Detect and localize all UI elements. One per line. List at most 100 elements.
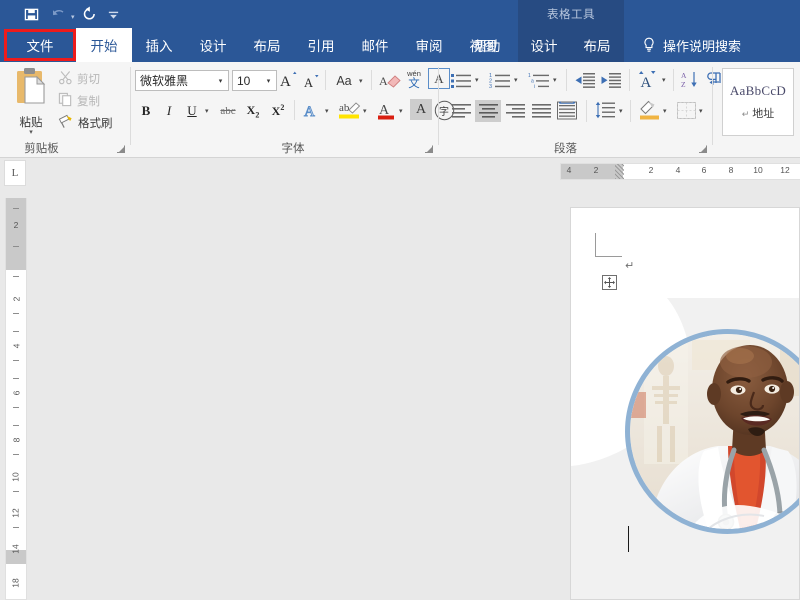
chevron-down-icon[interactable]: ▾ [261,77,276,85]
tab-table-design[interactable]: 设计 [518,28,570,62]
tab-home[interactable]: 开始 [76,28,132,62]
save-icon[interactable] [18,2,44,26]
font-color-icon[interactable]: A [375,98,397,120]
tab-review[interactable]: 审阅 [402,28,456,62]
sort-icon[interactable]: A [636,68,660,90]
distribute-icon[interactable] [555,99,579,122]
shrink-font-icon[interactable]: A [302,70,324,92]
copy-button[interactable]: 复制 [58,91,100,111]
cut-button[interactable]: 剪切 [58,69,100,89]
phonetic-guide-icon[interactable]: wén 文 [403,67,425,93]
italic-icon[interactable]: I [158,100,180,122]
line-spacing-caret[interactable]: ▾ [619,108,623,115]
style-item-address[interactable]: AaBbCcD ↵ 地址 [722,68,794,136]
paragraph-dialog-launcher[interactable] [698,144,708,154]
sort-caret[interactable]: ▾ [662,77,666,84]
table-move-handle-icon[interactable] [602,275,617,290]
line-spacing-icon[interactable] [593,99,617,121]
vruler-tick: 10 [11,472,21,482]
undo-icon[interactable] [46,2,72,26]
font-group-label: 字体 [281,143,305,155]
decrease-indent-icon[interactable] [573,69,597,91]
superscript-icon[interactable]: X2 [267,100,289,122]
tab-design[interactable]: 设计 [186,28,240,62]
undo-dropdown-caret[interactable]: ▾ [71,8,75,21]
vruler-dash [13,246,19,247]
character-shading-icon[interactable]: A [410,99,432,120]
tab-references[interactable]: 引用 [294,28,348,62]
group-separator [566,69,567,91]
font-name-combobox[interactable]: 微软雅黑 ▾ [135,70,229,91]
vruler-dash [13,276,19,277]
highlight-caret[interactable]: ▾ [363,108,367,115]
vruler-dash [13,360,19,361]
font-name-value: 微软雅黑 [140,74,189,88]
numbering-icon[interactable]: 1 2 3 [488,69,512,91]
font-size-combobox[interactable]: 10 ▾ [232,70,277,91]
shading-caret[interactable]: ▾ [663,108,667,115]
vruler-tick: 14 [11,544,21,554]
strikethrough-icon[interactable]: abc [217,100,239,122]
multilevel-list-icon[interactable]: 1 a i [527,69,551,91]
vruler-dash [13,425,19,426]
svg-text:ab: ab [339,102,350,114]
tab-table-layout[interactable]: 布局 [570,28,624,62]
subscript-icon[interactable]: X2 [242,100,264,122]
vertical-ruler[interactable]: 2 2 4 6 8 10 12 14 18 [5,198,27,600]
tab-help-visible[interactable]: 帮助 [460,28,514,62]
vruler-tick: 6 [10,390,21,396]
horizontal-ruler[interactable]: 4 2 2 4 6 8 10 12 [560,163,800,180]
clear-formatting-icon[interactable]: A [378,69,402,91]
increase-indent-icon[interactable] [599,69,623,91]
hruler-tick: 6 [701,165,707,175]
numbering-caret[interactable]: ▾ [514,77,518,84]
chevron-down-icon[interactable]: ▾ [213,77,228,85]
group-separator [371,70,372,90]
document-page[interactable]: ↵ [570,207,800,600]
paste-button[interactable]: 粘贴 ▾ [8,66,54,136]
grow-font-icon[interactable]: A [279,69,301,91]
bullets-caret[interactable]: ▾ [475,77,479,84]
tab-selector-button[interactable]: L [4,160,26,186]
underline-icon[interactable]: U [181,100,203,122]
borders-icon[interactable] [675,99,697,121]
clipboard-dialog-launcher[interactable] [116,144,126,154]
align-center-icon[interactable] [475,100,501,122]
tab-mailings[interactable]: 邮件 [348,28,402,62]
paragraph-group-label: 段落 [554,143,577,155]
change-case-icon[interactable]: Aa [332,70,356,92]
bullets-icon[interactable] [449,69,473,91]
tell-me-search[interactable]: 操作说明搜索 [632,28,751,62]
clipboard-group-label: 剪贴板 [24,143,59,155]
text-effects-icon[interactable]: A [301,99,323,121]
customize-qat-icon[interactable] [105,2,123,26]
shading-icon[interactable] [637,98,661,120]
bold-icon[interactable]: B [135,100,157,122]
change-case-caret[interactable]: ▾ [359,78,363,85]
underline-caret[interactable]: ▾ [205,108,209,115]
text-effects-caret[interactable]: ▾ [325,108,329,115]
tab-insert[interactable]: 插入 [132,28,186,62]
vruler-dash [13,331,19,332]
paragraph-mark: ↵ [625,260,635,272]
multilevel-caret[interactable]: ▾ [553,77,557,84]
phonetic-bottom: 文 [408,78,420,90]
format-painter-button[interactable]: 格式刷 [58,113,113,133]
tab-file[interactable]: 文件 [4,28,76,62]
hruler-tick: 2 [593,165,599,175]
align-right-icon[interactable] [503,100,527,122]
svg-text:A: A [304,76,313,89]
document-workspace[interactable]: L 4 2 2 4 6 8 10 12 L 2 2 [0,158,800,600]
scissors-icon [58,70,73,88]
font-color-caret[interactable]: ▾ [399,108,403,115]
justify-icon[interactable] [529,100,553,122]
align-left-icon[interactable] [449,100,473,122]
borders-caret[interactable]: ▾ [699,108,703,115]
text-highlight-icon[interactable]: ab [337,98,361,120]
margin-corner-mark [595,233,622,257]
paste-dropdown-caret[interactable]: ▾ [29,129,33,136]
sort-az-icon[interactable]: A Z [679,68,701,90]
tab-layout[interactable]: 布局 [240,28,294,62]
redo-icon[interactable] [77,2,103,26]
vruler-dash [13,313,19,314]
